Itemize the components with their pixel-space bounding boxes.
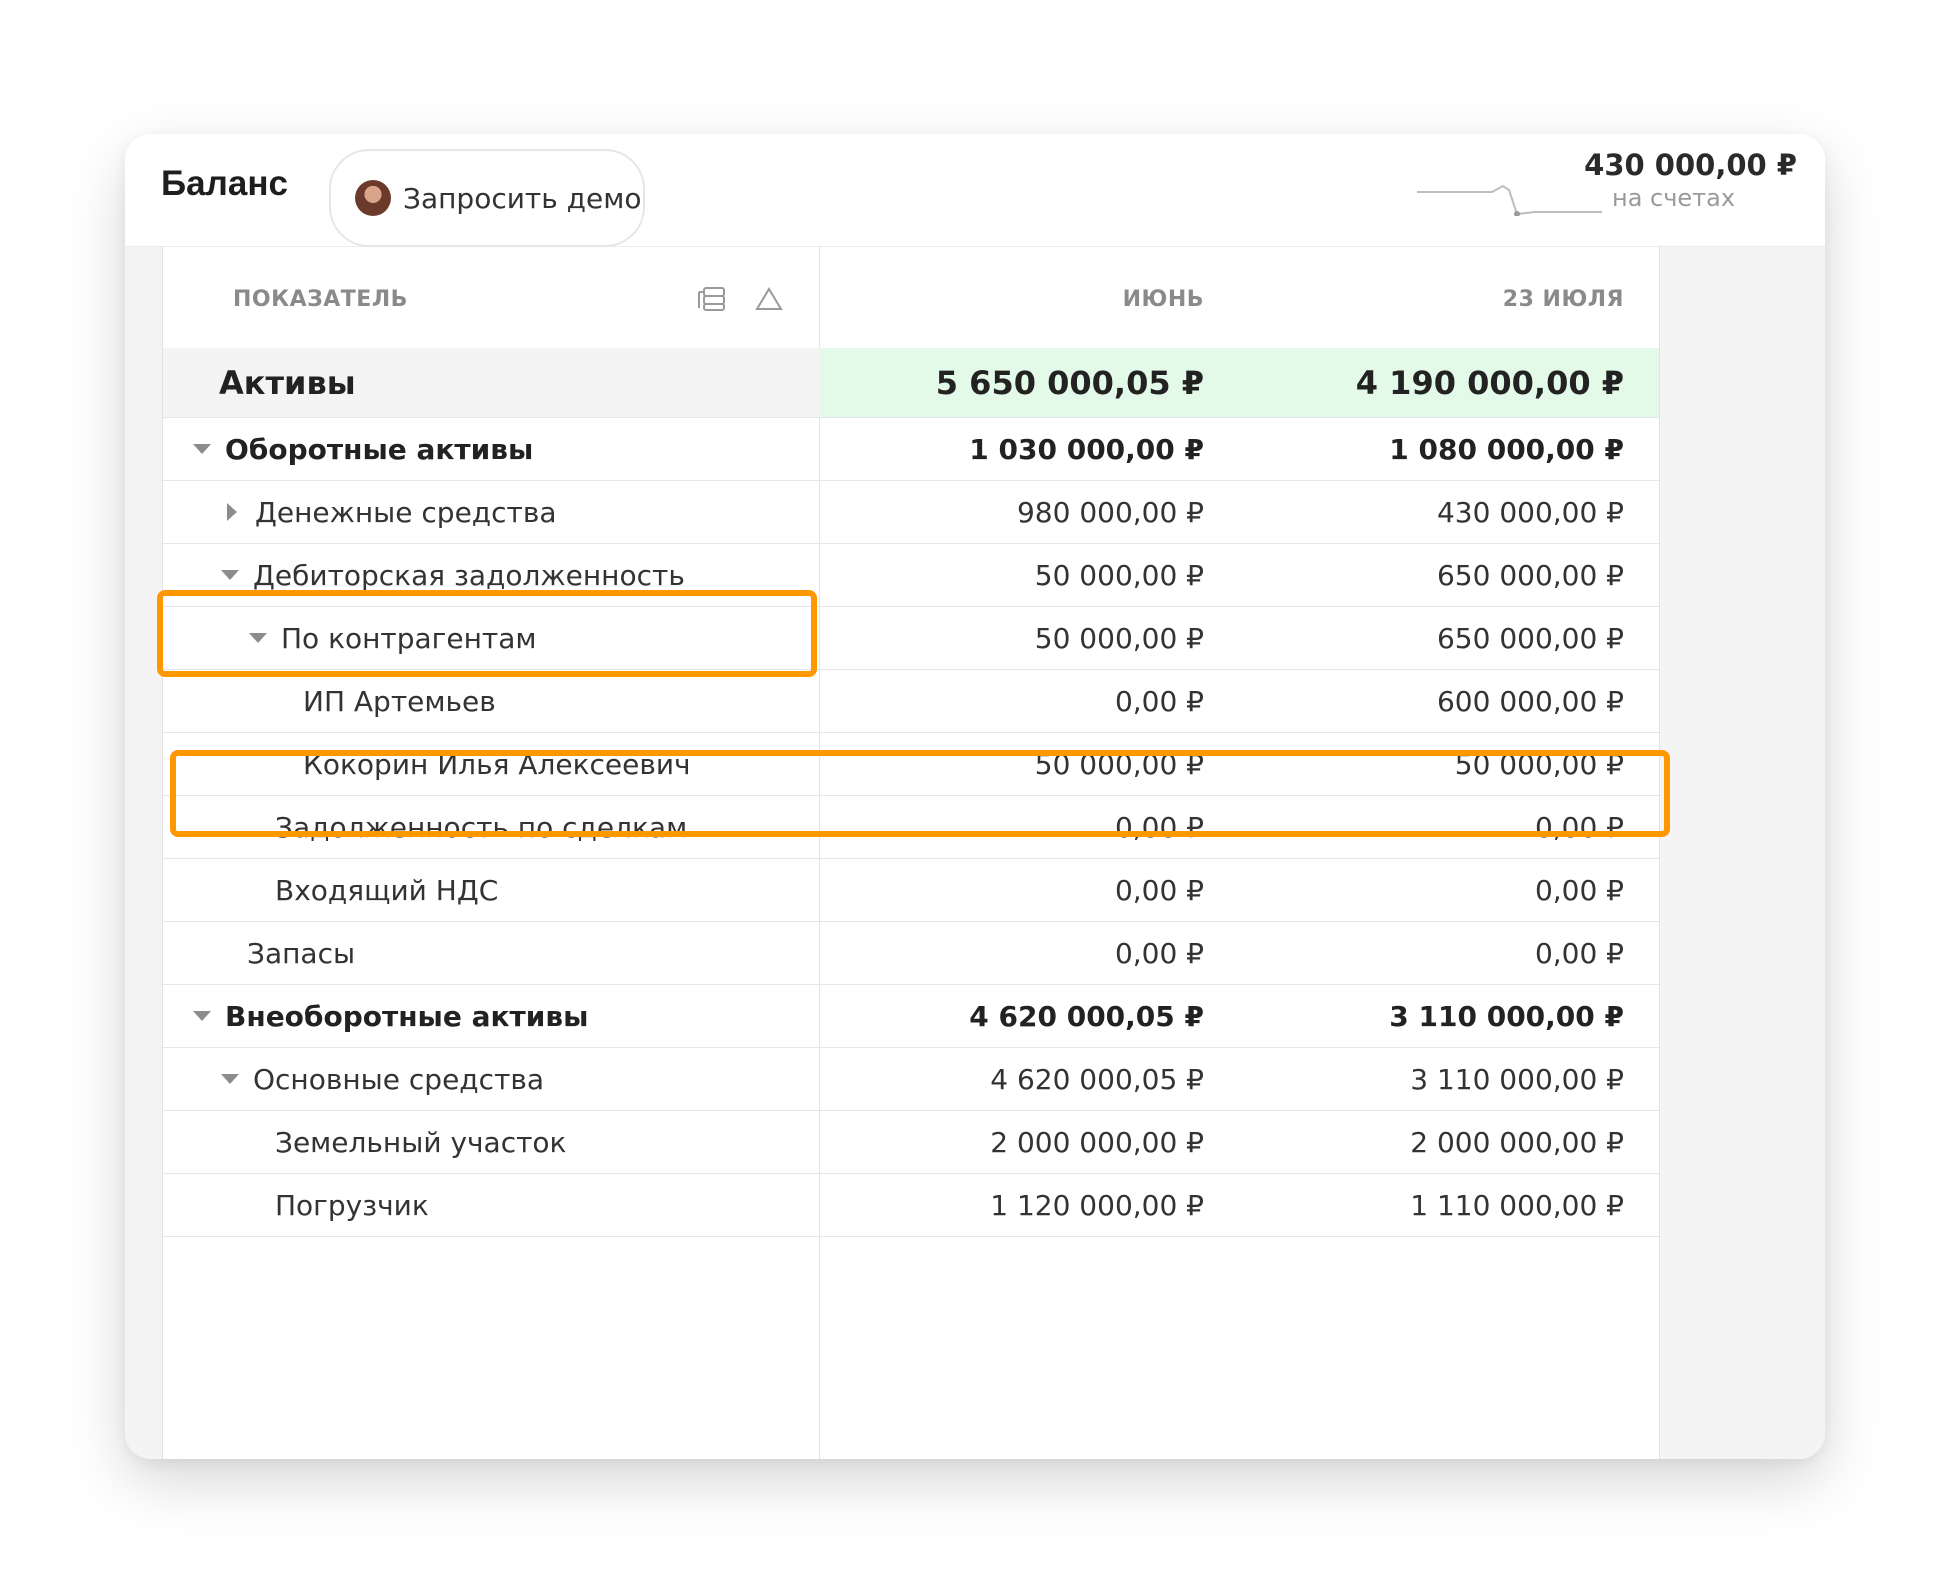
table-row[interactable]: Кокорин Илья Алексеевич 50 000,00 ₽ 50 0… (163, 733, 1659, 796)
balance-caption: на счетах (1612, 184, 1736, 212)
row-value-june: 2 000 000,00 ₽ (990, 1125, 1204, 1159)
row-label: Активы (219, 363, 356, 402)
request-demo-button[interactable]: Запросить демо (329, 149, 645, 247)
table-row[interactable]: Задолженность по сделкам 0,00 ₽ 0,00 ₽ (163, 796, 1659, 859)
balance-card: Баланс Запросить демо 430 000,00 ₽ на сч… (125, 134, 1825, 1459)
row-value-june: 0,00 ₽ (1114, 936, 1204, 970)
column-header-june[interactable]: ИЮНЬ (1123, 287, 1204, 312)
table-row[interactable]: Денежные средства 980 000,00 ₽ 430 000,0… (163, 481, 1659, 544)
expand-caret-icon[interactable] (227, 503, 237, 521)
row-value-july: 1 080 000,00 ₽ (1389, 432, 1624, 466)
table-row[interactable]: По контрагентам 50 000,00 ₽ 650 000,00 ₽ (163, 607, 1659, 670)
page-title: Баланс (161, 164, 288, 203)
balance-amount: 430 000,00 ₽ (1584, 148, 1797, 182)
table-row[interactable]: Земельный участок 2 000 000,00 ₽ 2 000 0… (163, 1111, 1659, 1174)
column-header-indicator[interactable]: ПОКАЗАТЕЛЬ (233, 287, 408, 312)
table-row[interactable]: Погрузчик 1 120 000,00 ₽ 1 110 000,00 ₽ (163, 1174, 1659, 1237)
collapse-caret-icon[interactable] (249, 633, 267, 643)
row-value-july: 4 190 000,00 ₽ (1355, 363, 1624, 402)
row-value-july: 3 110 000,00 ₽ (1410, 1062, 1624, 1096)
row-label: Запасы (247, 936, 356, 970)
collapse-caret-icon[interactable] (193, 1011, 211, 1021)
row-value-july: 0,00 ₽ (1534, 936, 1624, 970)
avatar (355, 180, 391, 216)
row-value-june: 50 000,00 ₽ (1034, 558, 1204, 592)
row-value-july: 600 000,00 ₽ (1436, 684, 1624, 718)
row-value-july: 430 000,00 ₽ (1436, 495, 1624, 529)
row-value-june: 5 650 000,05 ₽ (935, 363, 1204, 402)
collapse-caret-icon[interactable] (193, 444, 211, 454)
balance-sparkline (1417, 184, 1602, 216)
row-value-june: 50 000,00 ₽ (1034, 621, 1204, 655)
row-value-june: 4 620 000,05 ₽ (969, 999, 1204, 1033)
row-label: Земельный участок (275, 1125, 567, 1159)
row-value-june: 50 000,00 ₽ (1034, 747, 1204, 781)
row-label: Задолженность по сделкам (275, 810, 688, 844)
row-label: Денежные средства (255, 495, 557, 529)
row-value-july: 0,00 ₽ (1534, 873, 1624, 907)
table-layout-icon[interactable] (696, 283, 728, 315)
header: Баланс Запросить демо 430 000,00 ₽ на сч… (125, 134, 1825, 247)
row-label: Погрузчик (275, 1188, 429, 1222)
row-value-july: 650 000,00 ₽ (1436, 621, 1624, 655)
row-value-june: 980 000,00 ₽ (1016, 495, 1204, 529)
table-area: ПОКАЗАТЕЛЬ ИЮНЬ 23 ИЮЛЯ Активы 5 650 000… (125, 247, 1825, 1459)
table-row[interactable]: Оборотные активы 1 030 000,00 ₽ 1 080 00… (163, 418, 1659, 481)
table-row[interactable]: Активы 5 650 000,05 ₽ 4 190 000,00 ₽ (163, 348, 1659, 418)
balance-table: ПОКАЗАТЕЛЬ ИЮНЬ 23 ИЮЛЯ Активы 5 650 000… (162, 247, 1660, 1459)
row-value-june: 1 030 000,00 ₽ (969, 432, 1204, 466)
row-label: По контрагентам (281, 621, 537, 655)
row-label: ИП Артемьев (303, 684, 496, 718)
row-value-july: 650 000,00 ₽ (1436, 558, 1624, 592)
row-label: Внеоборотные активы (225, 999, 589, 1033)
row-label: Кокорин Илья Алексеевич (303, 747, 691, 781)
row-label: Дебиторская задолженность (253, 558, 685, 592)
sort-triangle-icon[interactable] (753, 283, 785, 315)
row-value-june: 1 120 000,00 ₽ (990, 1188, 1204, 1222)
table-row[interactable]: Внеоборотные активы 4 620 000,05 ₽ 3 110… (163, 985, 1659, 1048)
row-value-july: 0,00 ₽ (1534, 810, 1624, 844)
table-row[interactable]: ИП Артемьев 0,00 ₽ 600 000,00 ₽ (163, 670, 1659, 733)
row-label: Основные средства (253, 1062, 545, 1096)
table-header: ПОКАЗАТЕЛЬ ИЮНЬ 23 ИЮЛЯ (163, 247, 1659, 349)
row-value-june: 0,00 ₽ (1114, 810, 1204, 844)
row-value-june: 0,00 ₽ (1114, 684, 1204, 718)
row-label: Оборотные активы (225, 432, 534, 466)
row-value-june: 0,00 ₽ (1114, 873, 1204, 907)
column-header-july[interactable]: 23 ИЮЛЯ (1503, 287, 1624, 312)
row-value-july: 3 110 000,00 ₽ (1389, 999, 1624, 1033)
collapse-caret-icon[interactable] (221, 1074, 239, 1084)
row-value-july: 50 000,00 ₽ (1454, 747, 1624, 781)
table-row[interactable]: Дебиторская задолженность 50 000,00 ₽ 65… (163, 544, 1659, 607)
table-row[interactable]: Запасы 0,00 ₽ 0,00 ₽ (163, 922, 1659, 985)
row-value-july: 2 000 000,00 ₽ (1410, 1125, 1624, 1159)
request-demo-label: Запросить демо (403, 181, 642, 215)
row-value-july: 1 110 000,00 ₽ (1410, 1188, 1624, 1222)
row-label: Входящий НДС (275, 873, 499, 907)
row-value-june: 4 620 000,05 ₽ (990, 1062, 1204, 1096)
table-row[interactable]: Основные средства 4 620 000,05 ₽ 3 110 0… (163, 1048, 1659, 1111)
collapse-caret-icon[interactable] (221, 570, 239, 580)
table-row[interactable]: Входящий НДС 0,00 ₽ 0,00 ₽ (163, 859, 1659, 922)
